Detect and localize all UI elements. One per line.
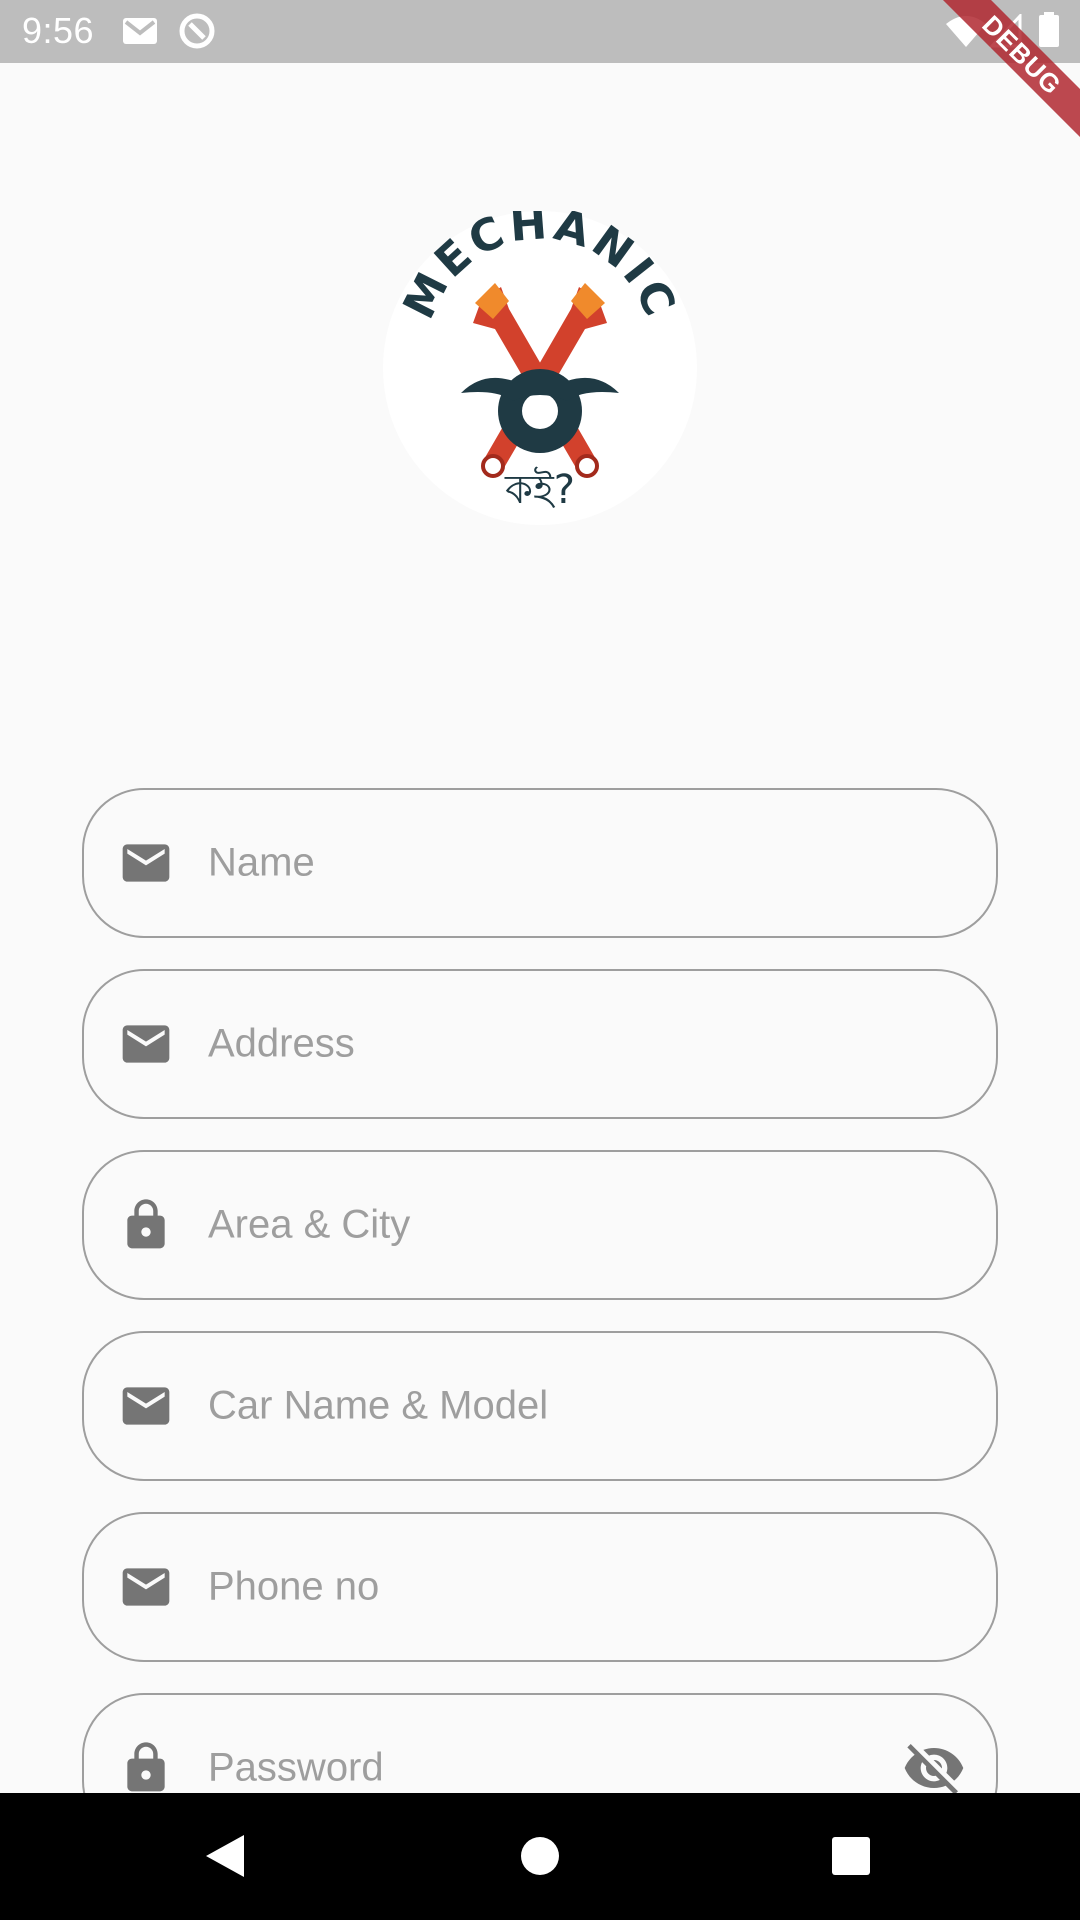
lock-icon	[118, 1197, 174, 1253]
sync-icon	[178, 12, 216, 50]
status-bar: 9:56	[0, 0, 1080, 63]
recents-button[interactable]	[791, 1793, 911, 1920]
back-button[interactable]	[166, 1793, 286, 1920]
wifi-icon	[944, 14, 988, 48]
car-model-field[interactable]: Car Name & Model	[82, 1331, 998, 1481]
battery-icon	[1038, 12, 1060, 48]
recents-icon	[832, 1837, 870, 1875]
car-model-placeholder: Car Name & Model	[208, 1383, 549, 1428]
address-field[interactable]: Address	[82, 969, 998, 1119]
name-field[interactable]: Name	[82, 788, 998, 938]
gmail-icon	[122, 16, 158, 46]
phone-field[interactable]: Phone no	[82, 1512, 998, 1662]
mail-icon	[118, 1016, 174, 1072]
signal-icon	[990, 14, 1022, 48]
area-city-placeholder: Area & City	[208, 1202, 411, 1247]
logo-text-top: MECHANIC	[394, 211, 687, 327]
back-icon	[206, 1835, 244, 1877]
area-city-field[interactable]: Area & City	[82, 1150, 998, 1300]
logo-text-bottom: কই?	[504, 467, 575, 513]
navigation-bar	[0, 1793, 1080, 1920]
mail-icon	[118, 1559, 174, 1615]
lock-icon	[118, 1740, 174, 1796]
address-placeholder: Address	[208, 1021, 355, 1066]
app-logo: MECHANIC কই?	[383, 211, 697, 525]
mail-icon	[118, 1378, 174, 1434]
name-placeholder: Name	[208, 840, 315, 885]
mail-icon	[118, 835, 174, 891]
password-placeholder: Password	[208, 1745, 384, 1790]
home-button[interactable]	[480, 1793, 600, 1920]
phone-placeholder: Phone no	[208, 1564, 380, 1609]
status-time: 9:56	[22, 10, 95, 51]
gear-mustache-graphic	[461, 369, 619, 453]
home-icon	[521, 1837, 559, 1875]
visibility-off-icon[interactable]	[902, 1736, 966, 1800]
